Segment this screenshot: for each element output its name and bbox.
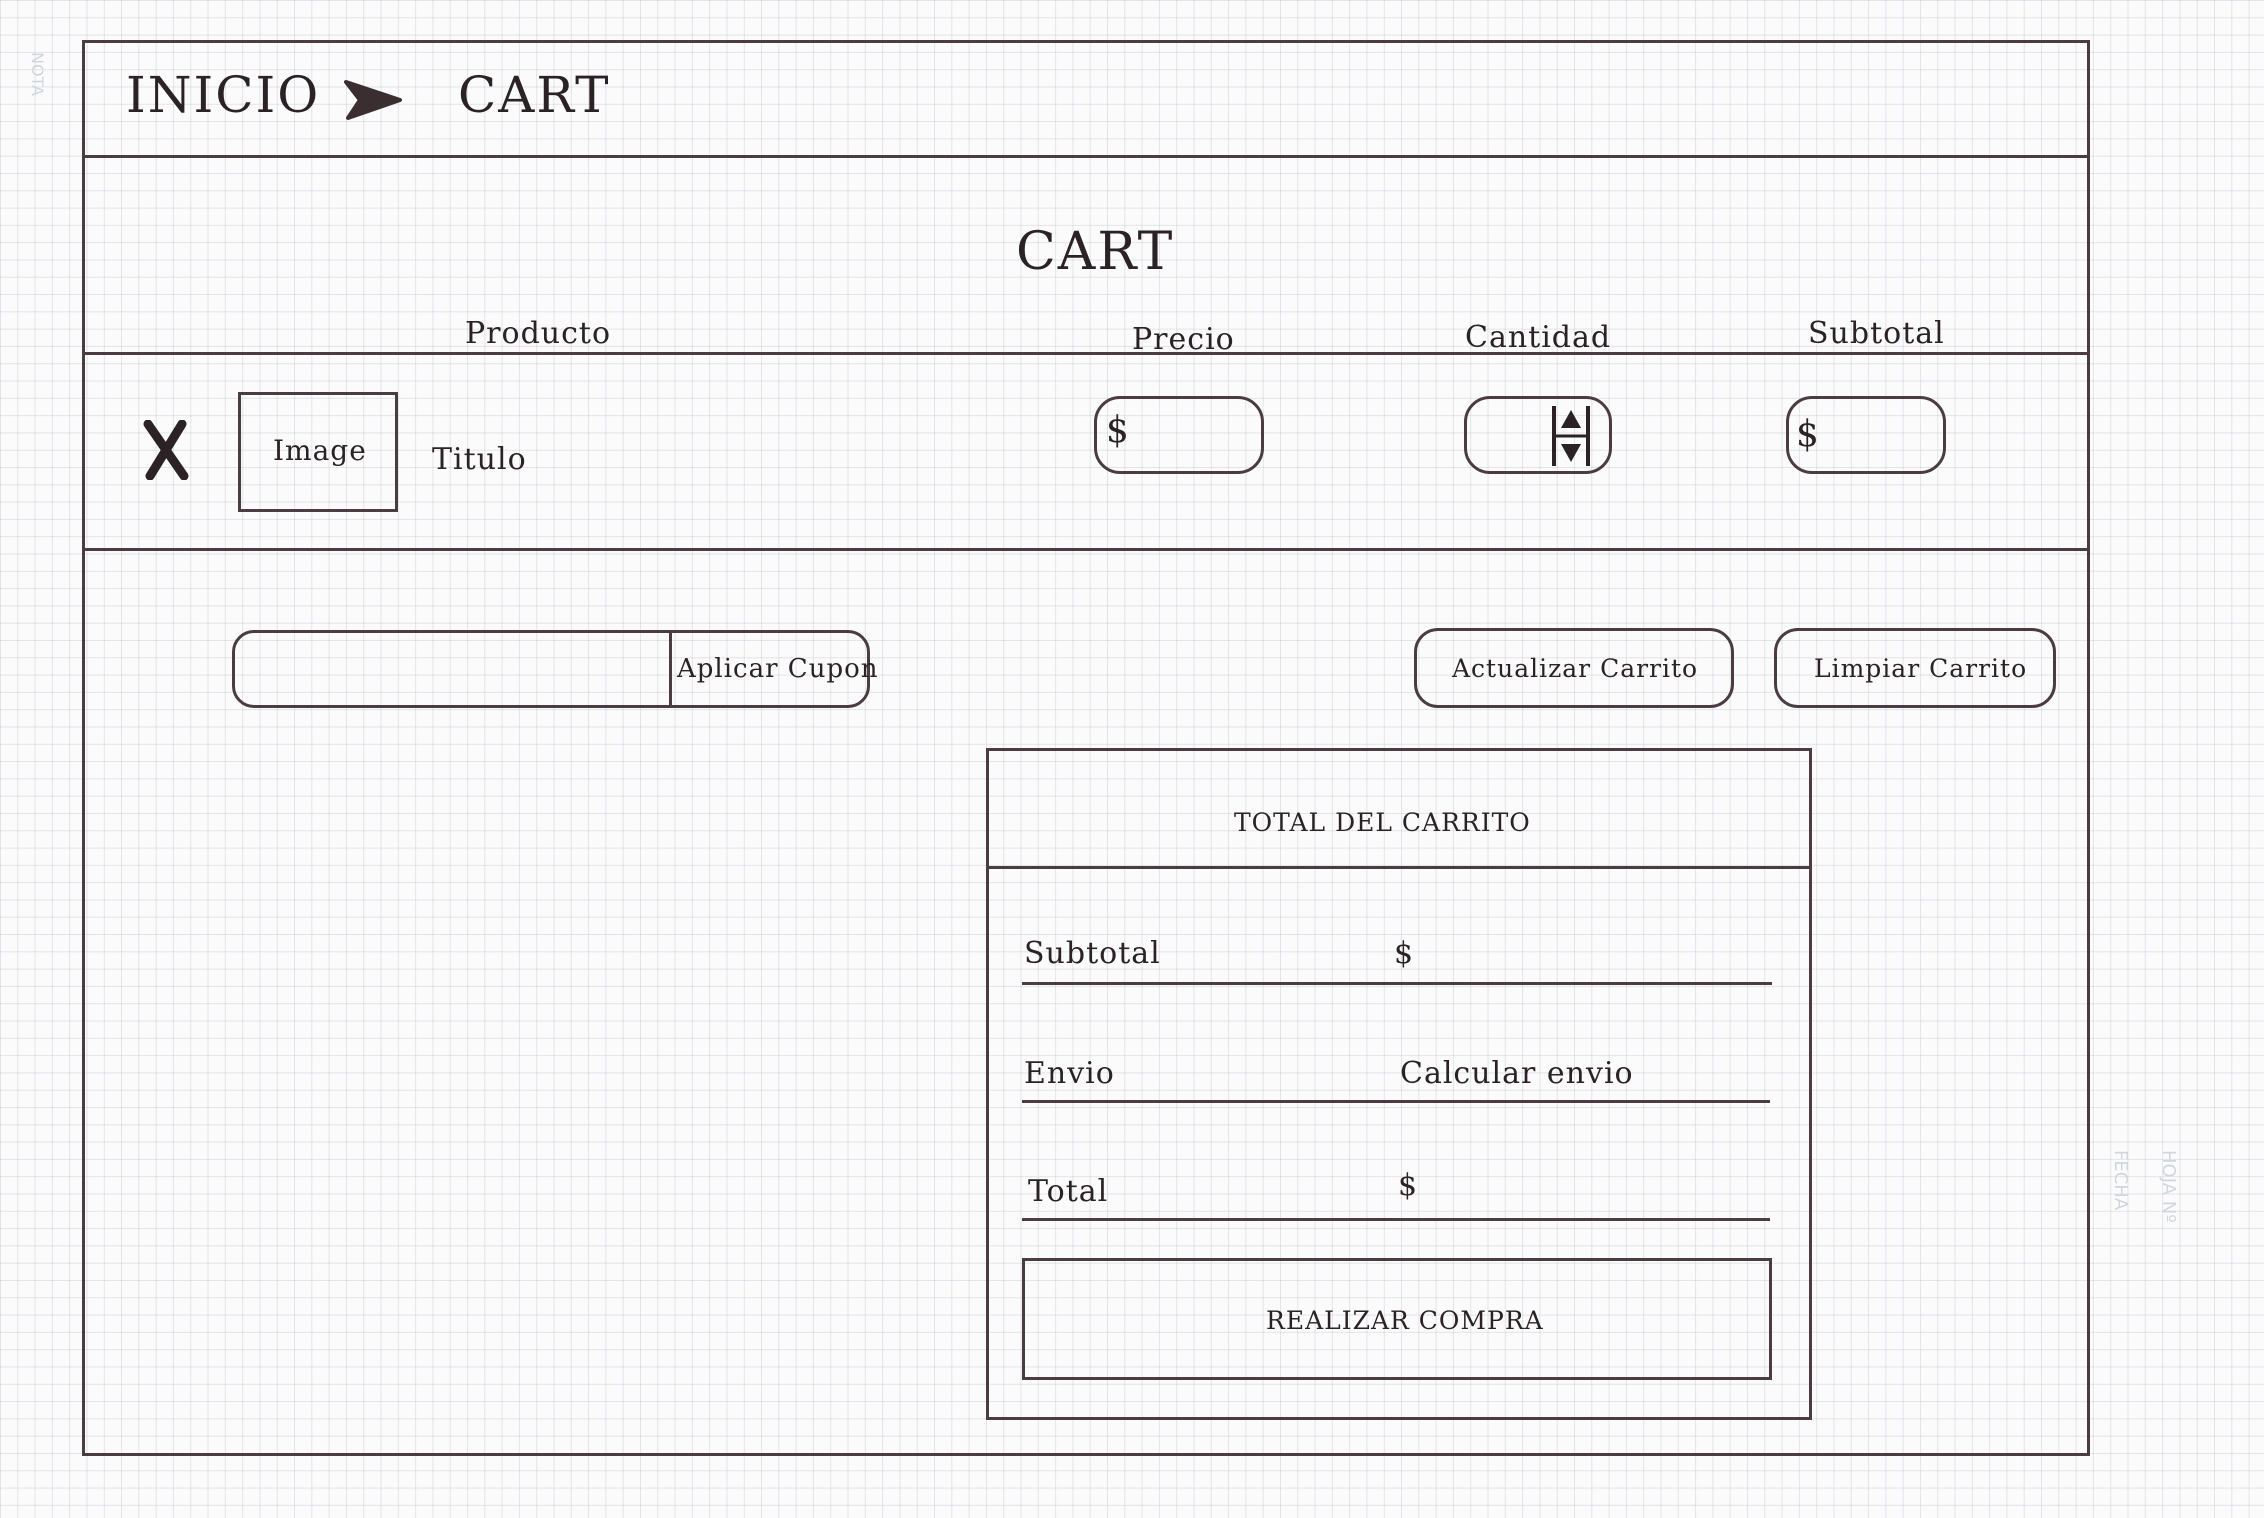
cart-totals-heading: TOTAL DEL CARRITO xyxy=(1234,808,1531,837)
calculate-shipping-link[interactable]: Calcular envio xyxy=(1400,1056,1634,1091)
table-header-divider xyxy=(84,352,2088,355)
clear-cart-label: Limpiar Carrito xyxy=(1814,654,2028,683)
column-header-cantidad: Cantidad xyxy=(1465,320,1612,355)
remove-item-icon[interactable] xyxy=(142,419,190,481)
column-header-subtotal: Subtotal xyxy=(1808,316,1945,351)
paper-margin-hoja: HOJA Nº xyxy=(2158,1150,2179,1223)
paper-margin-nota: NOTA xyxy=(28,52,47,97)
price-currency-symbol: $ xyxy=(1106,410,1129,451)
coupon-divider xyxy=(669,632,672,706)
totals-total-value: $ xyxy=(1398,1168,1418,1203)
totals-subtotal-value: $ xyxy=(1394,936,1414,971)
totals-subtotal-rule xyxy=(1022,982,1772,985)
page-title: CART xyxy=(1016,222,1175,282)
checkout-button-label: REALIZAR COMPRA xyxy=(1266,1306,1544,1335)
cart-totals-heading-divider xyxy=(986,866,1812,869)
apply-coupon-button[interactable]: Aplicar Cupon xyxy=(677,654,879,684)
column-header-producto: Producto xyxy=(465,316,612,351)
subtotal-currency-symbol: $ xyxy=(1796,414,1819,455)
totals-shipping-rule xyxy=(1022,1100,1770,1103)
update-cart-label: Actualizar Carrito xyxy=(1452,654,1699,683)
paper-margin-fecha: FECHA xyxy=(2110,1150,2131,1211)
chevron-right-icon xyxy=(340,74,410,124)
product-image-label: Image xyxy=(273,434,367,467)
table-row-divider xyxy=(84,548,2088,551)
totals-subtotal-label: Subtotal xyxy=(1024,936,1161,971)
stepper-arrows-icon[interactable] xyxy=(1550,404,1592,468)
totals-total-rule xyxy=(1022,1218,1770,1221)
breadcrumb-current: CART xyxy=(458,66,611,124)
breadcrumb-home-link[interactable]: INICIO xyxy=(126,66,320,124)
totals-total-label: Total xyxy=(1028,1174,1109,1209)
product-title: Titulo xyxy=(432,442,527,477)
totals-shipping-label: Envio xyxy=(1024,1056,1115,1091)
